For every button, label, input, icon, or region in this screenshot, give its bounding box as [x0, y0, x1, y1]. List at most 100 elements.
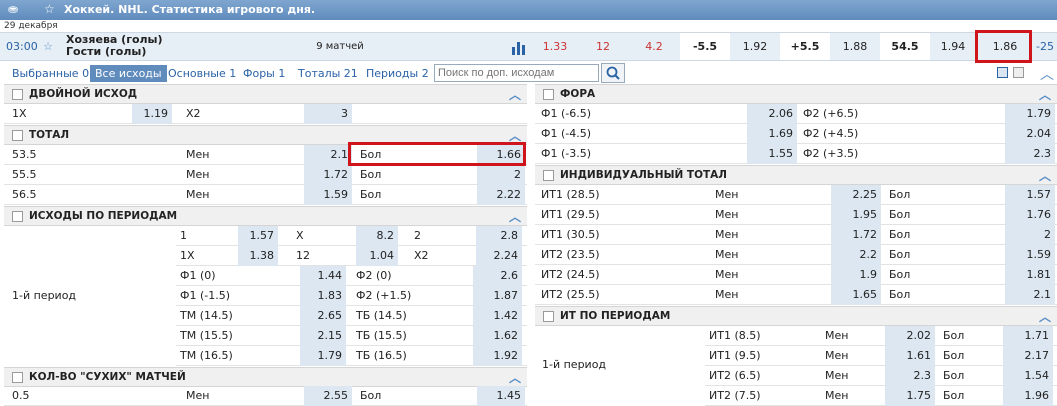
- odd-win1[interactable]: 1.33: [532, 33, 578, 60]
- section-checkbox[interactable]: [543, 170, 554, 181]
- tab-handicaps[interactable]: Форы 1: [243, 65, 285, 82]
- odd-cell[interactable]: 1.61: [885, 346, 935, 366]
- odd-cell[interactable]: 2.3: [885, 366, 935, 386]
- odd-cell[interactable]: 2.3: [1005, 144, 1055, 164]
- odd-cell[interactable]: 2.02: [885, 326, 935, 346]
- odd-cell[interactable]: 2.8: [476, 226, 522, 246]
- chevron-up-icon[interactable]: ︿: [1039, 167, 1051, 184]
- odd-cell[interactable]: 2.25: [831, 185, 881, 205]
- chevron-up-icon[interactable]: ︿: [509, 86, 521, 103]
- market-label: Бол: [943, 369, 965, 382]
- odd-cell[interactable]: 2.1: [304, 145, 352, 165]
- total-under-odd[interactable]: 1.94: [930, 33, 976, 60]
- odd-cell[interactable]: 2.2: [831, 245, 881, 265]
- odd-cell[interactable]: 2.15: [300, 326, 346, 346]
- odd-cell[interactable]: 2.1: [1005, 285, 1055, 305]
- section-checkbox[interactable]: [12, 372, 23, 383]
- odd-cell[interactable]: 3: [304, 104, 352, 124]
- odd-draw[interactable]: 12: [580, 33, 626, 60]
- odd-cell[interactable]: 1.59: [1005, 245, 1055, 265]
- odd-cell[interactable]: 1.38: [238, 246, 278, 266]
- odd-cell[interactable]: 1.54: [1003, 366, 1053, 386]
- section-title: ИТ ПО ПЕРИОДАМ: [560, 310, 671, 322]
- section-header-handicap[interactable]: ФОРА ︿: [535, 84, 1057, 104]
- section-header-it-periods[interactable]: ИТ ПО ПЕРИОДАМ ︿: [535, 306, 1057, 326]
- tab-selected[interactable]: Выбранные 0: [12, 65, 89, 82]
- odd-cell[interactable]: 8.2: [356, 226, 398, 246]
- odd-cell[interactable]: 1.45: [477, 386, 525, 406]
- odd-cell[interactable]: 2: [1005, 225, 1055, 245]
- odd-cell[interactable]: 1.95: [831, 205, 881, 225]
- odd-cell[interactable]: 1.04: [356, 246, 398, 266]
- more-markets-count[interactable]: -25: [1034, 33, 1056, 60]
- chevron-up-icon[interactable]: ︿: [1039, 308, 1051, 325]
- tab-totals[interactable]: Тоталы 21: [298, 65, 358, 82]
- table-row: ИТ2 (25.5) Мен 1.65 Бол 2.1: [535, 285, 1057, 305]
- odd-cell[interactable]: 2.17: [1003, 346, 1053, 366]
- table-row: ИТ1 (30.5) Мен 1.72 Бол 2: [535, 225, 1057, 245]
- odd-cell[interactable]: 2: [477, 165, 525, 185]
- odd-cell[interactable]: 1.72: [831, 225, 881, 245]
- section-header-double[interactable]: ДВОЙНОЙ ИСХОД ︿: [4, 84, 527, 104]
- odd-win2[interactable]: 4.2: [628, 33, 680, 60]
- market-label: Мен: [715, 248, 739, 261]
- odd-cell[interactable]: 1.92: [473, 346, 522, 366]
- section-checkbox[interactable]: [12, 130, 23, 141]
- one-column-view-icon[interactable]: [1013, 67, 1024, 78]
- odd-cell[interactable]: 2.06: [747, 104, 797, 124]
- star-icon[interactable]: ☆: [44, 2, 55, 16]
- handicap1-odd[interactable]: 1.92: [730, 33, 780, 60]
- odd-cell[interactable]: 2.04: [1005, 124, 1055, 144]
- section-header-periods[interactable]: ИСХОДЫ ПО ПЕРИОДАМ ︿: [4, 206, 527, 226]
- odd-cell[interactable]: 2.6: [473, 266, 522, 286]
- odd-cell[interactable]: 1.76: [1005, 205, 1055, 225]
- section-checkbox[interactable]: [12, 89, 23, 100]
- event-date: 29 декабря: [4, 21, 58, 31]
- odd-cell[interactable]: 2.22: [477, 185, 525, 205]
- odd-cell[interactable]: 1.42: [473, 306, 522, 326]
- handicap2-odd[interactable]: 1.88: [830, 33, 880, 60]
- odd-cell[interactable]: 1.87: [473, 286, 522, 306]
- market-label: Ф1 (-6.5): [541, 107, 592, 120]
- market-label: Бол: [360, 168, 382, 181]
- odd-cell[interactable]: 1.72: [304, 165, 352, 185]
- tab-periods[interactable]: Периоды 2: [366, 65, 429, 82]
- chevron-up-icon[interactable]: ︿: [509, 208, 521, 225]
- odd-cell[interactable]: 1.57: [1005, 185, 1055, 205]
- star-icon[interactable]: ☆: [40, 33, 56, 60]
- odd-cell[interactable]: 1.57: [238, 226, 278, 246]
- odd-cell[interactable]: 1.44: [300, 266, 346, 286]
- section-header-dry-matches[interactable]: КОЛ-ВО "СУХИХ" МАТЧЕЙ ︿: [4, 367, 527, 387]
- collapse-all-icon[interactable]: ︿: [1040, 64, 1054, 84]
- chevron-up-icon[interactable]: ︿: [509, 369, 521, 386]
- odd-cell[interactable]: 1.55: [747, 144, 797, 164]
- section-checkbox[interactable]: [543, 311, 554, 322]
- search-button[interactable]: [601, 63, 625, 83]
- odd-cell[interactable]: 1.75: [885, 386, 935, 406]
- tab-all[interactable]: Все исходы: [90, 65, 167, 82]
- stats-chart-icon[interactable]: [508, 33, 530, 60]
- section-checkbox[interactable]: [12, 211, 23, 222]
- odd-cell[interactable]: 1.9: [831, 265, 881, 285]
- odd-cell[interactable]: 2.55: [304, 386, 352, 406]
- odd-cell[interactable]: 1.59: [304, 185, 352, 205]
- two-column-view-icon[interactable]: [997, 67, 1008, 78]
- odd-cell[interactable]: 1.79: [300, 346, 346, 366]
- odd-cell[interactable]: 1.81: [1005, 265, 1055, 285]
- section-header-individual-total[interactable]: ИНДИВИДУАЛЬНЫЙ ТОТАЛ ︿: [535, 165, 1057, 185]
- odd-cell[interactable]: 2.24: [476, 246, 522, 266]
- search-input[interactable]: [434, 64, 599, 82]
- odd-cell[interactable]: 1.62: [473, 326, 522, 346]
- odd-cell[interactable]: 1.96: [1003, 386, 1053, 406]
- chevron-up-icon[interactable]: ︿: [1039, 86, 1051, 103]
- tab-main[interactable]: Основные 1: [168, 65, 236, 82]
- odd-cell[interactable]: 2.65: [300, 306, 346, 326]
- event-teams[interactable]: Хозяева (голы) Гости (голы): [66, 34, 163, 58]
- odd-cell[interactable]: 1.79: [1005, 104, 1055, 124]
- odd-cell[interactable]: 1.69: [747, 124, 797, 144]
- odd-cell[interactable]: 1.19: [132, 104, 172, 124]
- odd-cell[interactable]: 1.83: [300, 286, 346, 306]
- odd-cell[interactable]: 1.71: [1003, 326, 1053, 346]
- odd-cell[interactable]: 1.65: [831, 285, 881, 305]
- section-checkbox[interactable]: [543, 89, 554, 100]
